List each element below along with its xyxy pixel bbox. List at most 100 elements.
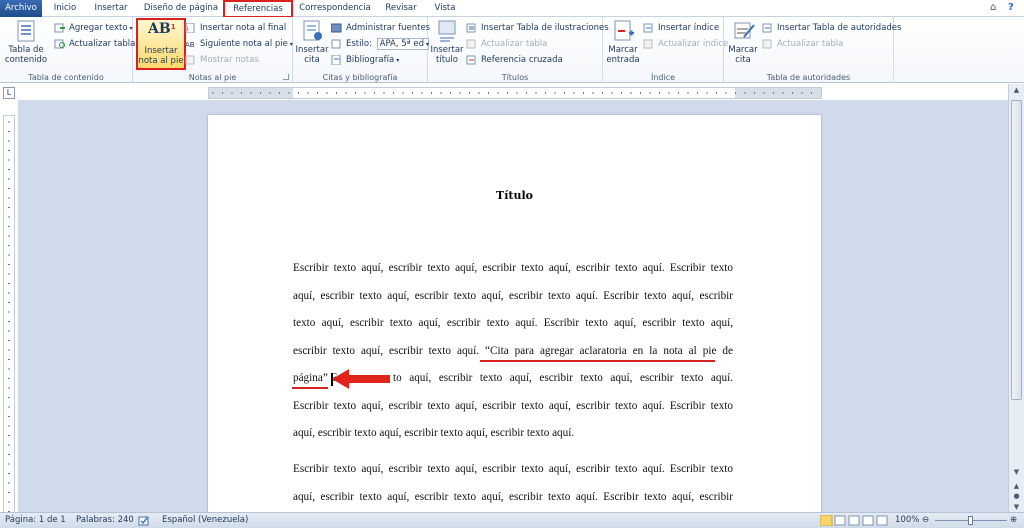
tab-referencias[interactable]: Referencias xyxy=(223,0,293,18)
paragraph-line: aquí, escribir texto aquí, escribir text… xyxy=(293,427,575,439)
mostrar-notas-label: Mostrar notas xyxy=(200,55,259,65)
group-label: Índice xyxy=(650,73,676,82)
bibliography-icon xyxy=(331,54,342,66)
horizontal-ruler[interactable] xyxy=(208,87,822,99)
next-footnote-icon: AB xyxy=(185,39,196,49)
tab-correspondencia[interactable]: Correspondencia xyxy=(298,1,372,17)
refresh-icon xyxy=(54,39,65,49)
add-text-icon xyxy=(54,23,65,33)
scroll-up-icon[interactable]: ▲ xyxy=(1009,84,1024,96)
bibliografia-label: Bibliografía xyxy=(346,55,395,65)
tab-archivo[interactable]: Archivo xyxy=(0,0,42,17)
actualizar-tabla-label: Actualizar tabla xyxy=(481,39,548,49)
mark-entry-icon xyxy=(610,19,636,43)
administrar-fuentes-button[interactable]: Administrar fuentes xyxy=(330,21,430,35)
tabla-contenido-button[interactable]: Tabla de contenido xyxy=(2,19,50,65)
svg-text:AB: AB xyxy=(185,41,195,49)
actualizar-tabla-toc-button[interactable]: Actualizar tabla xyxy=(54,37,135,51)
group-notas-al-pie: AB1 Insertar nota al pie i Insertar nota… xyxy=(133,17,293,83)
zoom-out-icon[interactable]: ⊖ xyxy=(922,513,929,528)
refresh-icon xyxy=(466,39,477,49)
refresh-icon xyxy=(762,39,773,49)
insertar-nota-al-pie-button[interactable]: AB1 Insertar nota al pie xyxy=(136,18,186,70)
agregar-texto-button[interactable]: Agregar texto ▾ xyxy=(54,21,133,35)
ribbon: Tabla de contenido Agregar texto ▾ Actual… xyxy=(0,17,1024,83)
referencia-cruzada-button[interactable]: Referencia cruzada xyxy=(466,53,563,67)
actualizar-tabla-label: Actualizar tabla xyxy=(69,39,136,49)
view-buttons xyxy=(819,514,890,528)
paragraph-line: Escribir texto aquí, escribir texto aquí… xyxy=(293,400,733,412)
word-count[interactable]: Palabras: 240 xyxy=(76,513,134,528)
group-label: Tabla de contenido xyxy=(28,73,104,82)
insertar-tabla-autoridades-label: Insertar Tabla de autoridades xyxy=(777,23,902,33)
tab-vista[interactable]: Vista xyxy=(428,1,462,17)
previous-page-icon[interactable]: ▲ xyxy=(1009,482,1024,490)
paragraph-line: aquí, escribir texto aquí, escribir text… xyxy=(293,491,733,503)
tab-inicio[interactable]: Inicio xyxy=(48,1,82,17)
zoom-slider-handle[interactable] xyxy=(968,516,973,525)
vertical-scrollbar[interactable]: ▲ ▼ ▲ ● ▼ xyxy=(1008,84,1024,512)
red-arrow-icon xyxy=(332,369,390,389)
paragraph-line: Escribir texto aquí, escribir texto aquí… xyxy=(293,262,733,274)
help-icon[interactable]: ? xyxy=(1008,2,1014,13)
insertar-titulo-label: Insertar título xyxy=(430,45,464,65)
group-label: Citas y bibliografía xyxy=(322,73,398,82)
group-label: Notas al pie xyxy=(188,73,237,82)
minimize-ribbon-icon[interactable]: ⌂ xyxy=(990,2,996,13)
dialog-launcher-icon[interactable] xyxy=(283,74,289,80)
siguiente-nota-button[interactable]: AB Siguiente nota al pie ▾ xyxy=(185,37,293,51)
style-icon xyxy=(331,39,342,49)
insertar-titulo-button[interactable]: Insertar título xyxy=(430,19,464,65)
marcar-cita-button[interactable]: Marcar cita xyxy=(726,19,760,65)
tab-diseno-pagina[interactable]: Diseño de página xyxy=(142,1,220,17)
actualizar-tabla-autoridades-button[interactable]: Actualizar tabla xyxy=(762,37,843,51)
group-tabla-contenido: Tabla de contenido Agregar texto ▾ Actual… xyxy=(0,17,135,83)
paragraph-line: texto aquí, escribir texto aquí, escribi… xyxy=(293,317,733,329)
document-page[interactable]: Título Escribir texto aquí, escribir tex… xyxy=(208,115,821,515)
actualizar-tabla-titulos-button[interactable]: Actualizar tabla xyxy=(466,37,547,51)
proofing-icon[interactable] xyxy=(138,513,150,528)
insertar-indice-button[interactable]: Insertar índice xyxy=(643,21,719,35)
insertar-nota-al-final-button[interactable]: i Insertar nota al final xyxy=(185,21,286,35)
paragraph-line: to aquí, escribir texto aquí, escribir t… xyxy=(393,372,733,384)
estilo-select[interactable]: APA, 5ª ed ▾ xyxy=(376,38,429,50)
group-label: Títulos xyxy=(501,73,529,82)
language-indicator[interactable]: Español (Venezuela) xyxy=(162,513,248,528)
marcar-entrada-button[interactable]: Marcar entrada xyxy=(605,19,641,65)
estilo-control: Estilo: APA, 5ª ed ▾ xyxy=(331,37,429,51)
insertar-nota-al-pie-label: Insertar nota al pie xyxy=(138,46,184,66)
zoom-level[interactable]: 100% xyxy=(895,513,919,528)
scrollbar-thumb[interactable] xyxy=(1011,100,1022,400)
browse-object-icon[interactable]: ● xyxy=(1009,492,1024,500)
insertar-indice-label: Insertar índice xyxy=(658,23,720,33)
zoom-in-icon[interactable]: ⊕ xyxy=(1010,513,1017,528)
insertar-cita-label: Insertar cita xyxy=(295,45,329,65)
next-page-icon[interactable]: ▼ xyxy=(1009,503,1024,511)
status-bar: Página: 1 de 1 Palabras: 240 Español (Ve… xyxy=(0,512,1024,528)
insertar-tabla-ilustraciones-button[interactable]: Insertar Tabla de ilustraciones xyxy=(466,21,609,35)
mostrar-notas-button[interactable]: Mostrar notas xyxy=(185,53,259,67)
table-of-figures-icon xyxy=(466,23,477,33)
tab-revisar[interactable]: Revisar xyxy=(380,1,422,17)
bibliografia-button[interactable]: Bibliografía ▾ xyxy=(331,53,399,67)
insert-caption-icon xyxy=(434,19,460,43)
referencia-cruzada-label: Referencia cruzada xyxy=(481,55,563,65)
insert-authorities-icon xyxy=(762,23,773,33)
vertical-ruler[interactable] xyxy=(3,115,15,515)
tab-selector-icon[interactable]: L xyxy=(3,87,15,99)
document-title: Título xyxy=(496,189,533,202)
scroll-down-icon[interactable]: ▼ xyxy=(1009,468,1024,476)
tab-insertar[interactable]: Insertar xyxy=(90,1,132,17)
show-notes-icon xyxy=(185,55,196,65)
insertar-tabla-autoridades-button[interactable]: Insertar Tabla de autoridades xyxy=(762,21,901,35)
siguiente-nota-label: Siguiente nota al pie xyxy=(200,39,288,49)
page-count[interactable]: Página: 1 de 1 xyxy=(5,513,66,528)
manage-sources-icon xyxy=(330,23,342,33)
chevron-down-icon: ▾ xyxy=(396,57,400,64)
insertar-cita-button[interactable]: Insertar cita xyxy=(295,19,329,65)
ribbon-tab-bar: Archivo Inicio Insertar Diseño de página… xyxy=(0,0,1024,18)
agregar-texto-label: Agregar texto xyxy=(69,23,128,33)
paragraph-line: aquí, escribir texto aquí, escribir text… xyxy=(293,290,733,302)
group-indice: Marcar entrada Insertar índice Actualiza… xyxy=(603,17,728,83)
actualizar-indice-button[interactable]: Actualizar índice xyxy=(643,37,728,51)
